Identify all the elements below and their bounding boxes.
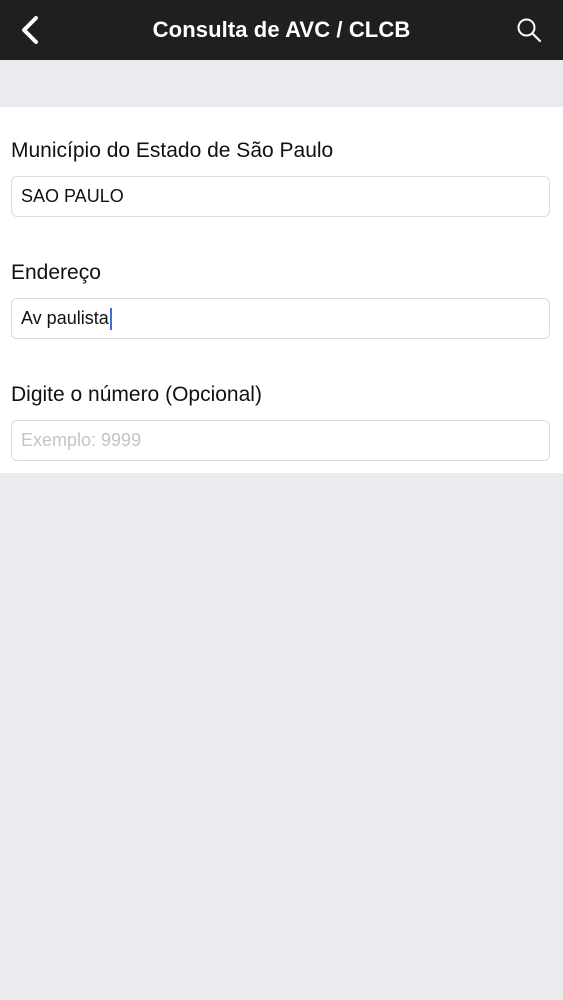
numero-field[interactable]: Exemplo: 9999: [11, 420, 550, 461]
numero-placeholder: Exemplo: 9999: [21, 430, 142, 450]
endereco-label: Endereço: [11, 261, 101, 284]
text-cursor: [109, 307, 112, 330]
chevron-left-icon: [22, 16, 38, 44]
search-icon: [517, 18, 542, 43]
municipio-label: Município do Estado de São Paulo: [11, 139, 334, 162]
numero-label: Digite o número (Opcional): [11, 383, 262, 406]
endereco-value-wrap: Av paulista: [21, 307, 112, 330]
endereco-field[interactable]: Av paulista: [11, 298, 550, 339]
municipio-field[interactable]: SAO PAULO: [11, 176, 550, 217]
search-button[interactable]: [507, 8, 551, 52]
endereco-value: Av paulista: [21, 308, 109, 328]
municipio-value: SAO PAULO: [21, 186, 124, 206]
page-title: Consulta de AVC / CLCB: [152, 17, 411, 42]
form-panel: Município do Estado de São Paulo SAO PAU…: [0, 107, 563, 473]
back-button[interactable]: [8, 8, 52, 52]
navigation-bar: Consulta de AVC / CLCB: [0, 0, 563, 60]
